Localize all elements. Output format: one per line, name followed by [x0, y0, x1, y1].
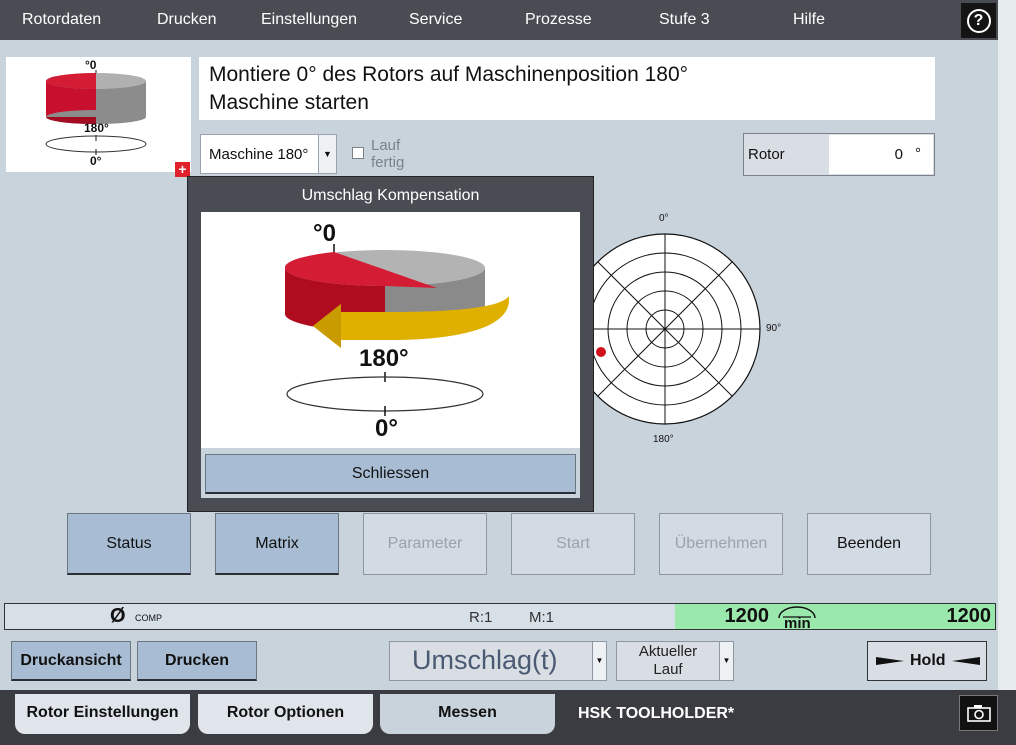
polar-plot: 0° 90° 180° — [560, 205, 800, 455]
status-bar: Ø COMP R:1 M:1 1200 1200 min — [4, 603, 996, 632]
speed-target-value: 1200 — [946, 605, 992, 627]
chevron-down-icon[interactable]: ▼ — [719, 642, 733, 680]
hold-label: Hold — [910, 652, 946, 669]
measurement-count-label: M:1 — [529, 609, 555, 626]
dialog-illustration: °0 180° 0° — [201, 212, 580, 448]
lauf-fertig-label: Lauf fertig — [371, 137, 404, 171]
current-run-select[interactable]: Aktueller Lauf ▼ — [616, 641, 734, 681]
menu-bar: Rotordaten Drucken Einstellungen Service… — [0, 0, 998, 40]
compensation-dialog: Umschlag Kompensation °0 180° 0° Schlies… — [187, 176, 594, 512]
question-circle-icon: ? — [966, 8, 991, 33]
hold-button[interactable]: Hold — [867, 641, 987, 681]
start-button[interactable]: Start — [511, 513, 635, 575]
close-button[interactable]: Schliessen — [205, 454, 576, 494]
chevron-down-icon[interactable]: ▼ — [318, 135, 336, 173]
beenden-button[interactable]: Beenden — [807, 513, 931, 575]
machine-position-select[interactable]: Maschine 180° ▼ — [200, 134, 337, 174]
rotor-angle-field: Rotor 0 ° — [743, 133, 935, 176]
menu-stufe-3[interactable]: Stufe 3 — [659, 0, 710, 40]
dialog-mid-label: 180° — [359, 345, 409, 372]
tab-rotor-optionen[interactable]: Rotor Optionen — [198, 694, 373, 734]
dialog-bottom-label: 0° — [375, 415, 398, 442]
menu-drucken[interactable]: Drucken — [157, 0, 217, 40]
rotor-angle-label: Rotor — [748, 146, 785, 163]
compensation-icon: Ø — [110, 605, 126, 627]
current-run-line-1: Aktueller — [638, 643, 698, 660]
chevron-down-icon[interactable]: ▼ — [592, 642, 606, 680]
polar-label-right: 90° — [766, 323, 782, 334]
dialog-title: Umschlag Kompensation — [301, 187, 480, 204]
instruction-box: Montiere 0° des Rotors auf Maschinenposi… — [199, 57, 935, 120]
mode-select-value: Umschlag(t) — [412, 645, 558, 675]
druckansicht-button[interactable]: Druckansicht — [11, 641, 131, 681]
machine-position-value: Maschine 180° — [209, 146, 309, 163]
lauf-fertig-line-1: Lauf — [371, 137, 401, 154]
tool-name-label: HSK TOOLHOLDER* — [578, 705, 735, 722]
arrow-left-icon — [952, 657, 980, 665]
instruction-line-2: Maschine starten — [209, 91, 369, 114]
rotor-angle-unit: ° — [915, 145, 921, 162]
polar-label-bottom: 180° — [653, 434, 674, 445]
polar-plot-svg — [569, 233, 761, 425]
rotor-rotation-diagram — [284, 244, 509, 416]
dialog-top-label: °0 — [313, 220, 336, 247]
rpm-unit-icon: min — [775, 604, 819, 632]
polar-label-top: 0° — [659, 213, 669, 224]
speed-target-box: 1200 — [819, 604, 995, 629]
menu-rotordaten[interactable]: Rotordaten — [22, 0, 101, 40]
rotor-angle-value: 0 — [894, 146, 903, 163]
menu-prozesse[interactable]: Prozesse — [525, 0, 592, 40]
thumbnail-bottom-label: 0° — [90, 154, 102, 168]
current-run-value: Aktueller Lauf — [617, 643, 719, 679]
run-count-label: R:1 — [469, 609, 493, 626]
tab-messen[interactable]: Messen — [380, 694, 555, 734]
thumbnail-top-label: °0 — [85, 58, 97, 72]
speed-actual-value: 1200 — [724, 605, 770, 627]
tab-rotor-einstellungen[interactable]: Rotor Einstellungen — [15, 694, 190, 734]
parameter-button[interactable]: Parameter — [363, 513, 487, 575]
expand-plus-icon[interactable]: + — [175, 162, 190, 177]
help-button[interactable]: ? — [961, 3, 996, 38]
polar-marker — [596, 347, 606, 357]
menu-service[interactable]: Service — [409, 0, 462, 40]
rpm-unit-label: min — [784, 615, 811, 632]
instruction-line-1: Montiere 0° des Rotors auf Maschinenposi… — [209, 63, 689, 86]
status-button[interactable]: Status — [67, 513, 191, 575]
uebernehmen-button[interactable]: Übernehmen — [659, 513, 783, 575]
compensation-label: COMP — [135, 613, 162, 623]
camera-icon — [966, 705, 991, 722]
current-run-line-2: Lauf — [653, 661, 683, 678]
lauf-fertig-checkbox[interactable] — [352, 147, 364, 159]
drucken-button[interactable]: Drucken — [137, 641, 257, 681]
rotor-angle-input[interactable]: 0 ° — [829, 135, 933, 174]
rotor-thumbnail[interactable]: °0 180° 0° — [6, 57, 191, 172]
arrow-right-icon — [876, 657, 904, 665]
lauf-fertig-line-2: fertig — [371, 154, 405, 171]
mode-select[interactable]: Umschlag(t) ▼ — [389, 641, 607, 681]
menu-hilfe[interactable]: Hilfe — [793, 0, 825, 40]
screenshot-button[interactable] — [959, 695, 998, 731]
window-edge — [998, 0, 1016, 690]
menu-einstellungen[interactable]: Einstellungen — [261, 0, 357, 40]
thumbnail-mid-label: 180° — [84, 121, 109, 135]
matrix-button[interactable]: Matrix — [215, 513, 339, 575]
dialog-footer: Schliessen — [201, 448, 580, 498]
